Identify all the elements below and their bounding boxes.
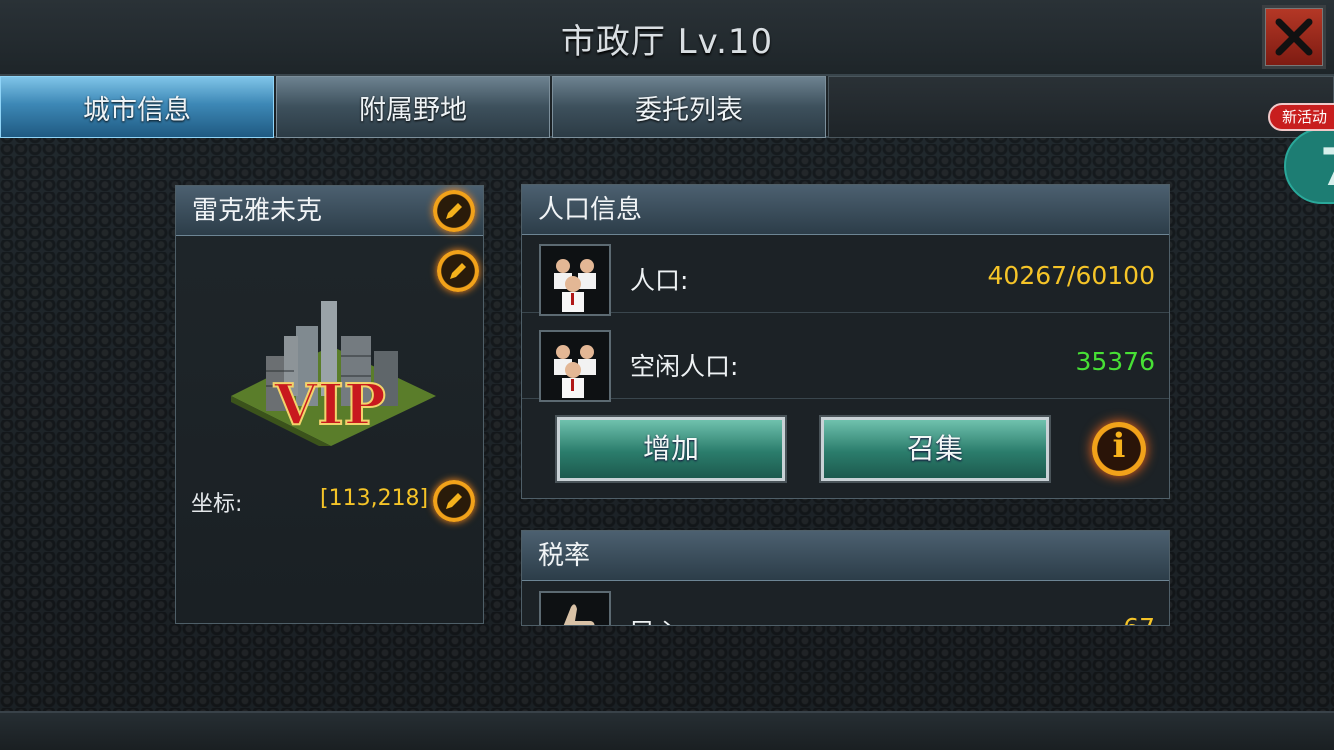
tab-attached-wilds[interactable]: 附属野地 — [276, 76, 550, 138]
vip-city-icon: VIP — [231, 301, 436, 446]
window-title: 市政厅 Lv.10 — [560, 22, 774, 62]
population-panel: 人口信息 人口: 40267/60100 空闲人口: 35376 增加 召集 i — [521, 184, 1170, 499]
close-button[interactable] — [1262, 5, 1326, 69]
pencil-icon — [446, 203, 462, 219]
morale-label: 民心 — [630, 613, 680, 625]
event-button[interactable]: 7 — [1284, 128, 1334, 204]
close-icon — [1275, 18, 1313, 56]
idle-population-label: 空闲人口: — [630, 352, 739, 381]
pencil-icon — [446, 493, 462, 509]
tax-panel: 税率 民心 67 — [521, 530, 1170, 626]
idle-population-value: 35376 — [1075, 347, 1155, 376]
city-hall-screen: 市政厅 Lv.10 城市信息 附属野地 委托列表 7 新活动 雷克雅未克 — [0, 0, 1334, 750]
info-button[interactable]: i — [1092, 422, 1146, 476]
tax-header: 税率 — [522, 531, 1169, 581]
add-population-button[interactable]: 增加 — [557, 417, 785, 481]
people-icon — [539, 330, 611, 402]
gather-population-button[interactable]: 召集 — [821, 417, 1049, 481]
event-icon: 7 — [1320, 138, 1334, 198]
tab-bar-filler — [828, 76, 1334, 138]
new-event-badge[interactable]: 新活动 — [1268, 103, 1334, 131]
population-row: 人口: 40267/60100 — [522, 235, 1169, 316]
rename-city-button[interactable] — [433, 190, 475, 232]
population-header: 人口信息 — [522, 185, 1169, 235]
svg-text:VIP: VIP — [273, 372, 386, 438]
bottom-bar — [0, 711, 1334, 750]
city-panel: 雷克雅未克 VIP 坐标: [113,218] — [175, 185, 484, 624]
title-bar: 市政厅 Lv.10 — [0, 0, 1334, 76]
idle-population-row: 空闲人口: 35376 — [522, 321, 1169, 402]
info-icon: i — [1112, 426, 1126, 466]
population-label: 人口: — [630, 266, 689, 295]
tab-commission-list[interactable]: 委托列表 — [552, 76, 826, 138]
coordinate-value: [113,218] — [320, 486, 429, 511]
morale-value: 67 — [1123, 613, 1155, 625]
tab-city-info[interactable]: 城市信息 — [0, 76, 274, 138]
thumbs-up-icon — [539, 591, 611, 625]
population-value: 40267/60100 — [987, 261, 1155, 290]
pencil-icon — [450, 263, 466, 279]
coordinate-label: 坐标: — [191, 492, 243, 517]
edit-coordinate-button[interactable] — [433, 480, 475, 522]
people-icon — [539, 244, 611, 316]
tab-bar: 城市信息 附属野地 委托列表 — [0, 76, 1334, 138]
edit-city-image-button[interactable] — [437, 250, 479, 292]
